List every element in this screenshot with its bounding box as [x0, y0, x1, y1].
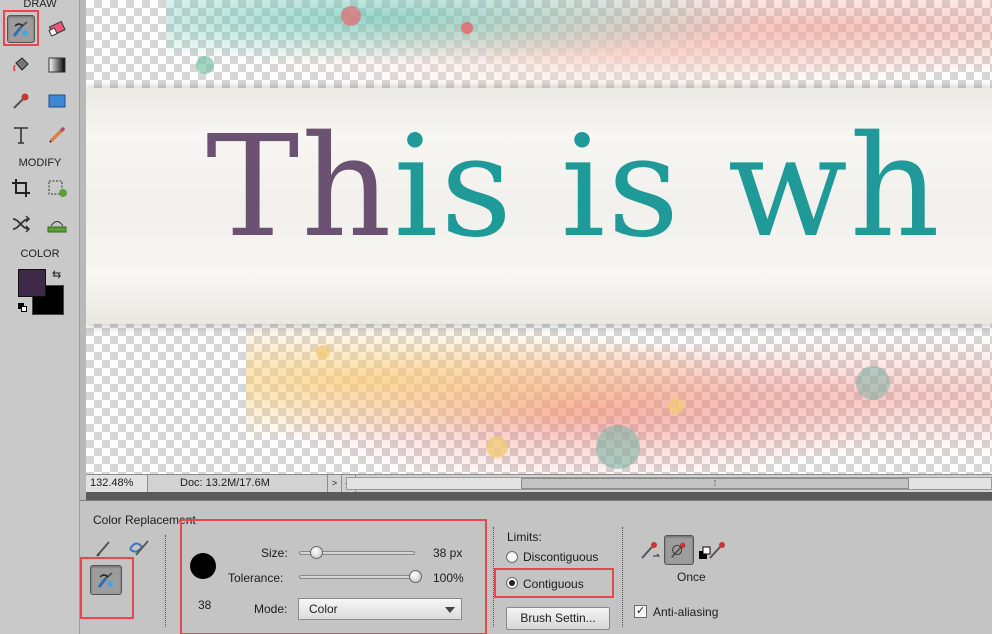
eyedropper-tool[interactable]	[7, 87, 35, 115]
color-replacement-brush-icon	[97, 572, 113, 588]
size-slider-knob[interactable]	[310, 546, 324, 559]
paint-splatter	[596, 425, 640, 469]
eraser-tool[interactable]	[43, 15, 71, 43]
rectangle-shape-icon	[48, 94, 66, 108]
straighten-icon	[47, 221, 67, 233]
status-bar: 132.48% Doc: 13.2M/17.6M > ◀ ⁞	[86, 474, 992, 492]
horizontal-scrollbar[interactable]: ⁞	[346, 477, 992, 490]
paint-splatter	[461, 22, 473, 34]
paint-splatter	[316, 345, 330, 359]
recompose-icon	[48, 180, 67, 197]
tool-options-title: Color Replacement	[93, 513, 196, 527]
impressionist-brush-option[interactable]	[126, 537, 152, 559]
original-text: is is wh	[393, 106, 942, 269]
paint-splatter	[856, 366, 890, 400]
separator	[622, 527, 623, 627]
brush-settings-button[interactable]: Brush Settin...	[506, 607, 610, 630]
mode-selected-value: Color	[309, 602, 338, 616]
section-color-label: COLOR	[20, 248, 60, 260]
contiguous-label[interactable]: Contiguous	[523, 577, 584, 591]
gradient-tool[interactable]	[43, 51, 71, 79]
mode-select[interactable]: Color	[298, 598, 462, 620]
tool-options-panel: Color Replacement 38 Size: 38 px Toleran…	[80, 500, 992, 634]
headline-text: This is wh	[206, 118, 942, 258]
color-replacement-tool[interactable]	[7, 15, 35, 43]
tolerance-label: Tolerance:	[228, 571, 284, 585]
brush-preview[interactable]	[190, 553, 216, 579]
paint-bucket-icon	[13, 57, 29, 72]
document-canvas[interactable]: This is wh	[86, 0, 992, 474]
paint-bucket-tool[interactable]	[7, 51, 35, 79]
pencil-icon	[49, 126, 66, 143]
checkmark-icon: ✓	[635, 605, 646, 617]
tolerance-slider[interactable]	[299, 575, 415, 579]
impressionist-brush-icon	[129, 540, 149, 556]
app-window: DRAW MODIFY COLOR ⇆ This is wh 132.48% D…	[0, 0, 992, 634]
swap-colors-icon[interactable]: ⇆	[52, 268, 61, 281]
mode-label: Mode:	[254, 602, 288, 616]
size-label: Size:	[261, 546, 288, 560]
paint-splatter	[196, 56, 214, 74]
separator	[493, 527, 494, 627]
sample-once-icon	[670, 542, 686, 558]
background-swatch-eyedropper-icon	[699, 542, 725, 559]
recompose-tool[interactable]	[43, 174, 71, 202]
gradient-icon	[48, 57, 66, 73]
content-aware-move-icon	[12, 215, 31, 233]
eraser-icon	[48, 20, 66, 37]
color-replacement-option[interactable]	[90, 565, 122, 595]
anti-aliasing-checkbox[interactable]: ✓	[634, 605, 647, 618]
anti-aliasing-label[interactable]: Anti-aliasing	[653, 605, 718, 619]
doc-size: Doc: 13.2M/17.6M	[148, 475, 328, 492]
size-value: 38 px	[433, 546, 463, 560]
limits-label: Limits:	[507, 530, 542, 544]
tolerance-slider-knob[interactable]	[409, 570, 422, 583]
color-replacement-brush-icon	[12, 21, 28, 37]
recolored-text: Th	[206, 106, 394, 269]
paint-splatter	[486, 436, 508, 458]
crop-icon	[12, 179, 30, 197]
sampling-background-swatch-button[interactable]	[698, 538, 726, 562]
eyedropper-icon	[13, 93, 29, 109]
scrollbar-thumb[interactable]: ⁞	[521, 478, 909, 489]
chevron-down-icon	[445, 607, 455, 613]
discontiguous-label[interactable]: Discontiguous	[523, 550, 598, 564]
foreground-color-swatch[interactable]	[18, 269, 46, 297]
contiguous-radio[interactable]	[506, 577, 518, 589]
tools-panel: DRAW MODIFY COLOR ⇆	[0, 0, 80, 634]
brush-icon	[96, 541, 110, 557]
paint-splatter	[668, 398, 684, 414]
shape-tool[interactable]	[43, 87, 71, 115]
type-icon	[14, 127, 28, 144]
crop-tool[interactable]	[7, 174, 35, 202]
discontiguous-radio[interactable]	[506, 551, 518, 563]
tolerance-value: 100%	[433, 571, 464, 585]
section-draw-label: DRAW	[23, 0, 57, 10]
painted-background-top	[166, 0, 992, 90]
content-aware-move-tool[interactable]	[7, 210, 35, 238]
paint-splatter	[341, 6, 361, 26]
pencil-tool[interactable]	[43, 121, 71, 149]
sampling-once-button[interactable]	[664, 535, 694, 565]
sampling-continuous-button[interactable]	[638, 538, 662, 562]
separator	[165, 535, 166, 627]
status-menu-arrow[interactable]: >	[328, 475, 342, 492]
type-tool[interactable]	[7, 121, 35, 149]
brush-preview-size: 38	[198, 598, 212, 612]
straighten-tool[interactable]	[43, 210, 71, 238]
brush-tool-option[interactable]	[94, 537, 116, 559]
zoom-level[interactable]: 132.48%	[86, 475, 148, 492]
panel-divider	[86, 492, 992, 500]
section-modify-label: MODIFY	[18, 157, 62, 169]
sampling-mode-label: Once	[677, 570, 706, 584]
sample-continuous-icon	[641, 542, 661, 559]
default-colors-icon[interactable]	[18, 303, 28, 313]
